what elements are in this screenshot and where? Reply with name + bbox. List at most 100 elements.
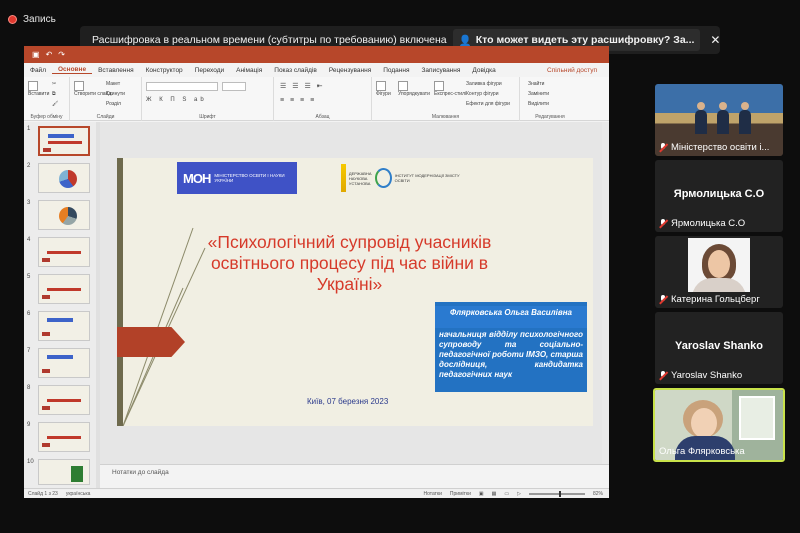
list-icons[interactable]: ☰ ☰ ☰ ⇤ bbox=[280, 82, 325, 90]
save-icon[interactable]: ▣ bbox=[32, 50, 40, 59]
thumb-number: 8 bbox=[27, 385, 31, 391]
menu-animations[interactable]: Анімація bbox=[230, 67, 268, 74]
slide-counter: Слайд 1 з 23 bbox=[28, 490, 58, 497]
participant-tile-2[interactable]: Ярмолицька С.О Ярмолицька С.О bbox=[655, 160, 783, 232]
author-info-box: Флярковська Ольга Василівна начальниця в… bbox=[435, 302, 587, 392]
participant-name: Ольга Флярковська bbox=[659, 446, 745, 457]
comments-toggle[interactable]: Примітки bbox=[450, 491, 471, 497]
find-button[interactable]: Знайти bbox=[528, 81, 544, 87]
institute-name-text: ІНСТИТУТ МОДЕРНІЗАЦІЇ ЗМІСТУ ОСВІТИ bbox=[394, 173, 460, 183]
menu-help[interactable]: Довідка bbox=[466, 67, 501, 74]
layout-button[interactable]: Макет bbox=[106, 81, 120, 87]
participant-tile-4[interactable]: Yaroslav Shanko Yaroslav Shanko bbox=[655, 312, 783, 384]
zoom-level[interactable]: 82% bbox=[593, 491, 603, 497]
normal-view-icon[interactable]: ▣ bbox=[479, 491, 484, 497]
ppt-ribbon: Вставити ✂ ⧉ 🖌 Буфер обміну Створити сла… bbox=[24, 77, 609, 121]
institute-service-text: ДЕРЖАВНА НАУКОВА УСТАНОВА bbox=[348, 170, 372, 186]
slide-thumbnail-6[interactable] bbox=[38, 311, 90, 341]
arrange-button[interactable]: Упорядкувати bbox=[398, 81, 430, 97]
menu-design[interactable]: Конструктор bbox=[140, 67, 189, 74]
mic-muted-icon bbox=[659, 219, 668, 228]
slide-thumbnail-3[interactable] bbox=[38, 200, 90, 230]
close-icon[interactable]: ✕ bbox=[710, 33, 720, 47]
reading-view-icon[interactable]: ▭ bbox=[504, 491, 509, 497]
thumb-number: 2 bbox=[27, 163, 31, 169]
author-position: начальниця відділу психологічного супров… bbox=[439, 330, 583, 379]
thumb-number: 3 bbox=[27, 200, 31, 206]
slide-thumbnail-4[interactable] bbox=[38, 237, 90, 267]
person-info-icon: 👤 bbox=[458, 34, 472, 47]
language-indicator[interactable]: українська bbox=[66, 491, 91, 497]
menu-insert[interactable]: Вставлення bbox=[92, 67, 140, 74]
participant-label: Ольга Флярковська bbox=[659, 446, 745, 457]
replace-button[interactable]: Замінити bbox=[528, 91, 549, 97]
thumb-number: 4 bbox=[27, 237, 31, 243]
cut-icon[interactable]: ✂ bbox=[52, 81, 56, 87]
group-label-paragraph: Абзац bbox=[315, 114, 330, 120]
participant-tile-1[interactable]: Міністерство освіти і... bbox=[655, 84, 783, 156]
shapes-button[interactable]: Фігури bbox=[376, 81, 391, 97]
font-style-buttons[interactable]: Ж К П S ab bbox=[146, 97, 207, 103]
slide-thumbnail-1[interactable] bbox=[38, 126, 90, 156]
undo-icon[interactable]: ↶ bbox=[46, 50, 53, 59]
menu-transitions[interactable]: Переходи bbox=[189, 67, 230, 74]
slide-thumbnail-5[interactable] bbox=[38, 274, 90, 304]
participant-display-name: Yaroslav Shanko bbox=[674, 340, 764, 352]
menu-view[interactable]: Подання bbox=[377, 67, 415, 74]
participant-display-name: Ярмолицька С.О bbox=[673, 188, 765, 200]
redo-icon[interactable]: ↷ bbox=[58, 50, 65, 59]
notes-pane[interactable]: Нотатки до слайда bbox=[100, 464, 609, 488]
participant-label: Ярмолицька С.О bbox=[659, 218, 745, 229]
participant-tile-3[interactable]: Катерина Гольцберг bbox=[655, 236, 783, 308]
ribbon-group-clipboard: Вставити ✂ ⧉ 🖌 Буфер обміну bbox=[24, 77, 70, 121]
menu-home[interactable]: Основне bbox=[51, 66, 93, 74]
notes-toggle[interactable]: Нотатки bbox=[423, 491, 441, 497]
participant-label: Міністерство освіти і... bbox=[659, 142, 769, 153]
share-button[interactable]: Спільний доступ bbox=[535, 67, 609, 74]
align-icons[interactable]: ≡ ≡ ≡ ≡ bbox=[280, 97, 316, 104]
font-name-field[interactable] bbox=[146, 82, 218, 91]
share-label: Спільний доступ bbox=[547, 66, 597, 74]
slide-thumbnail-2[interactable] bbox=[38, 163, 90, 193]
font-size-field[interactable] bbox=[222, 82, 246, 91]
participant-label: Yaroslav Shanko bbox=[659, 370, 742, 381]
current-slide[interactable]: МОН МІНІСТЕРСТВО ОСВІТИ І НАУКИ УКРАЇНИ … bbox=[117, 158, 593, 426]
section-button[interactable]: Розділ bbox=[106, 101, 121, 107]
zoom-slider[interactable] bbox=[528, 490, 585, 497]
slideshow-view-icon[interactable]: ▷ bbox=[517, 491, 521, 497]
slide-thumbnails-pane: 1 2 3 4 5 6 7 8 9 10 bbox=[24, 122, 99, 488]
group-label-drawing: Малювання bbox=[431, 114, 460, 120]
copy-icon[interactable]: ⧉ bbox=[52, 91, 56, 97]
quick-styles-button[interactable]: Експрес-стилі bbox=[434, 81, 466, 97]
ribbon-group-paragraph: ☰ ☰ ☰ ⇤ ≡ ≡ ≡ ≡ Абзац bbox=[274, 77, 372, 121]
reset-button[interactable]: Скинути bbox=[106, 91, 125, 97]
mic-muted-icon bbox=[659, 371, 668, 380]
select-button[interactable]: Виділити bbox=[528, 101, 549, 107]
paste-button[interactable]: Вставити bbox=[28, 81, 49, 97]
shape-fill-button[interactable]: Заливка фігури bbox=[466, 81, 502, 87]
group-label-editing: Редагування bbox=[535, 114, 565, 120]
menu-review[interactable]: Рецензування bbox=[323, 67, 377, 74]
thumb-number: 6 bbox=[27, 311, 31, 317]
shape-outline-button[interactable]: Контур фігури bbox=[466, 91, 498, 97]
slide-thumbnail-9[interactable] bbox=[38, 422, 90, 452]
mic-muted-icon bbox=[659, 295, 668, 304]
slide-thumbnail-8[interactable] bbox=[38, 385, 90, 415]
slide-scrollbar[interactable] bbox=[602, 122, 609, 464]
recording-label: Запись bbox=[23, 14, 56, 25]
participant-name: Ярмолицька С.О bbox=[671, 218, 746, 229]
menu-file[interactable]: Файл bbox=[24, 67, 52, 74]
menu-record[interactable]: Записування bbox=[416, 67, 467, 74]
ppt-titlebar: ▣ ↶ ↷ bbox=[24, 46, 609, 63]
format-painter-icon[interactable]: 🖌 bbox=[52, 101, 58, 107]
slide-thumbnail-7[interactable] bbox=[38, 348, 90, 378]
sorter-view-icon[interactable]: ▦ bbox=[492, 491, 497, 497]
participant-name: Міністерство освіти і... bbox=[671, 142, 770, 153]
slide-thumbnail-10[interactable] bbox=[38, 459, 90, 485]
group-label-slides: Слайди bbox=[96, 114, 115, 120]
caption-message: Расшифровка в реальном времени (субтитры… bbox=[92, 34, 447, 46]
participant-tile-5[interactable]: Ольга Флярковська bbox=[653, 388, 785, 462]
group-label-clipboard: Буфер обміну bbox=[30, 114, 63, 120]
shape-effects-button[interactable]: Ефекти для фігури bbox=[466, 101, 510, 107]
menu-slideshow[interactable]: Показ слайдів bbox=[268, 67, 323, 74]
